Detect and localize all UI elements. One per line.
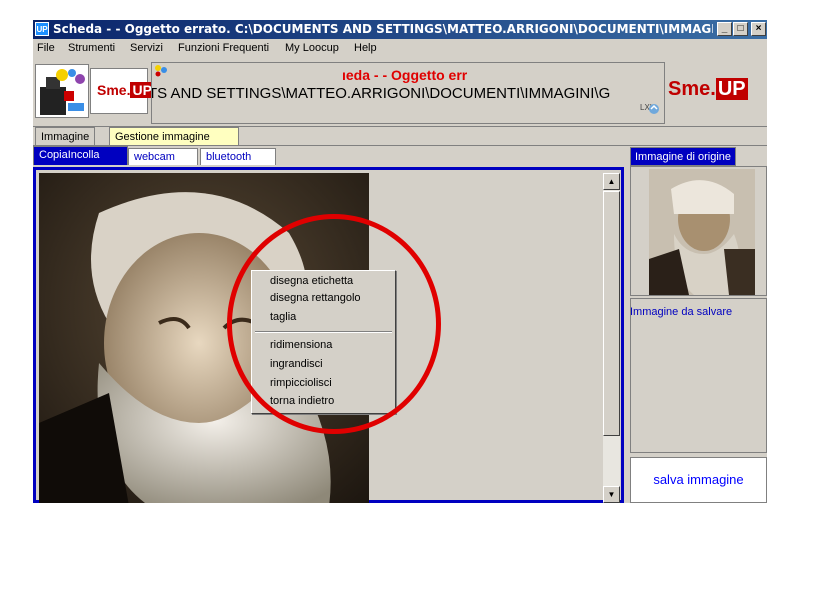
close-button[interactable]: × bbox=[751, 22, 766, 36]
tab-bluetooth[interactable]: bluetooth bbox=[200, 148, 276, 165]
origin-thumbnail bbox=[649, 169, 755, 295]
menu-item-ingrandisci[interactable]: ingrandisci bbox=[270, 358, 323, 370]
molecule-icon bbox=[154, 65, 168, 80]
context-menu: disegna etichetta disegna rettangolo tag… bbox=[251, 270, 396, 414]
menu-my-loocup[interactable]: My Loocup bbox=[285, 42, 339, 54]
menu-funzioni-frequenti[interactable]: Funzioni Frequenti bbox=[178, 42, 269, 54]
menu-bar: File Strumenti Servizi Funzioni Frequent… bbox=[33, 39, 767, 57]
tab-gestione-immagine[interactable]: Gestione immagine bbox=[109, 127, 239, 145]
smeup-logo-left: Sme. UP bbox=[90, 68, 154, 114]
menu-item-ridimensiona[interactable]: ridimensiona bbox=[270, 339, 332, 351]
header-banner: ıeda - - Oggetto err TS AND SETTINGS\MAT… bbox=[151, 62, 665, 124]
main-tabstrip: Immagine Gestione immagine bbox=[33, 127, 767, 146]
save-image-button[interactable]: salva immagine bbox=[630, 457, 767, 503]
header-toolbar: Sme. UP ıeda - - Oggetto err TS AND SETTI… bbox=[33, 58, 767, 127]
title-bar[interactable]: UP Scheda - - Oggetto errato. C:\DOCUMEN… bbox=[33, 20, 767, 39]
window-title: Scheda - - Oggetto errato. C:\DOCUMENTS … bbox=[53, 22, 713, 36]
scroll-up-icon[interactable]: ▲ bbox=[603, 173, 620, 190]
tab-immagine[interactable]: Immagine bbox=[35, 127, 96, 145]
tab-webcam[interactable]: webcam bbox=[128, 148, 198, 165]
menu-file[interactable]: File bbox=[37, 42, 55, 54]
logo-left-text: Sme. bbox=[97, 82, 131, 98]
maximize-button[interactable]: □ bbox=[733, 22, 748, 36]
scroll-down-icon[interactable]: ▼ bbox=[603, 486, 620, 503]
menu-item-rimpicciolisci[interactable]: rimpicciolisci bbox=[270, 377, 332, 389]
header-path: TS AND SETTINGS\MATTEO.ARRIGONI\DOCUMENT… bbox=[151, 85, 611, 102]
menu-item-torna-indietro[interactable]: torna indietro bbox=[270, 395, 334, 407]
save-image-panel bbox=[630, 298, 767, 453]
logo-right-text: Sme. bbox=[668, 78, 716, 100]
header-title: ıeda - - Oggetto err bbox=[342, 67, 468, 83]
save-image-label: Immagine da salvare bbox=[630, 306, 733, 318]
menu-strumenti[interactable]: Strumenti bbox=[68, 42, 115, 54]
refresh-icon[interactable] bbox=[648, 103, 660, 118]
scroll-thumb[interactable] bbox=[603, 191, 620, 436]
minimize-button[interactable]: _ bbox=[717, 22, 732, 36]
origin-image-panel bbox=[630, 166, 767, 296]
tab-copiaincolla[interactable]: CopiaIncolla bbox=[33, 146, 128, 165]
sub-tabstrip: CopiaIncolla webcam bluetooth bbox=[33, 146, 629, 166]
menu-item-disegna-etichetta[interactable]: disegna etichetta bbox=[270, 275, 353, 287]
vertical-scrollbar[interactable]: ▲ ▼ bbox=[603, 173, 620, 503]
smeup-logo-right: Sme. UP bbox=[668, 78, 748, 101]
app-window: UP Scheda - - Oggetto errato. C:\DOCUMEN… bbox=[33, 20, 767, 503]
menu-separator bbox=[255, 331, 392, 333]
app-logo-icon bbox=[35, 64, 89, 118]
menu-item-taglia[interactable]: taglia bbox=[270, 311, 296, 323]
tab-immagine-di-origine[interactable]: Immagine di origine bbox=[630, 147, 736, 166]
app-icon: UP bbox=[35, 22, 49, 36]
menu-servizi[interactable]: Servizi bbox=[130, 42, 163, 54]
logo-right-up: UP bbox=[715, 78, 748, 100]
menu-item-disegna-rettangolo[interactable]: disegna rettangolo bbox=[270, 292, 361, 304]
menu-help[interactable]: Help bbox=[354, 42, 377, 54]
